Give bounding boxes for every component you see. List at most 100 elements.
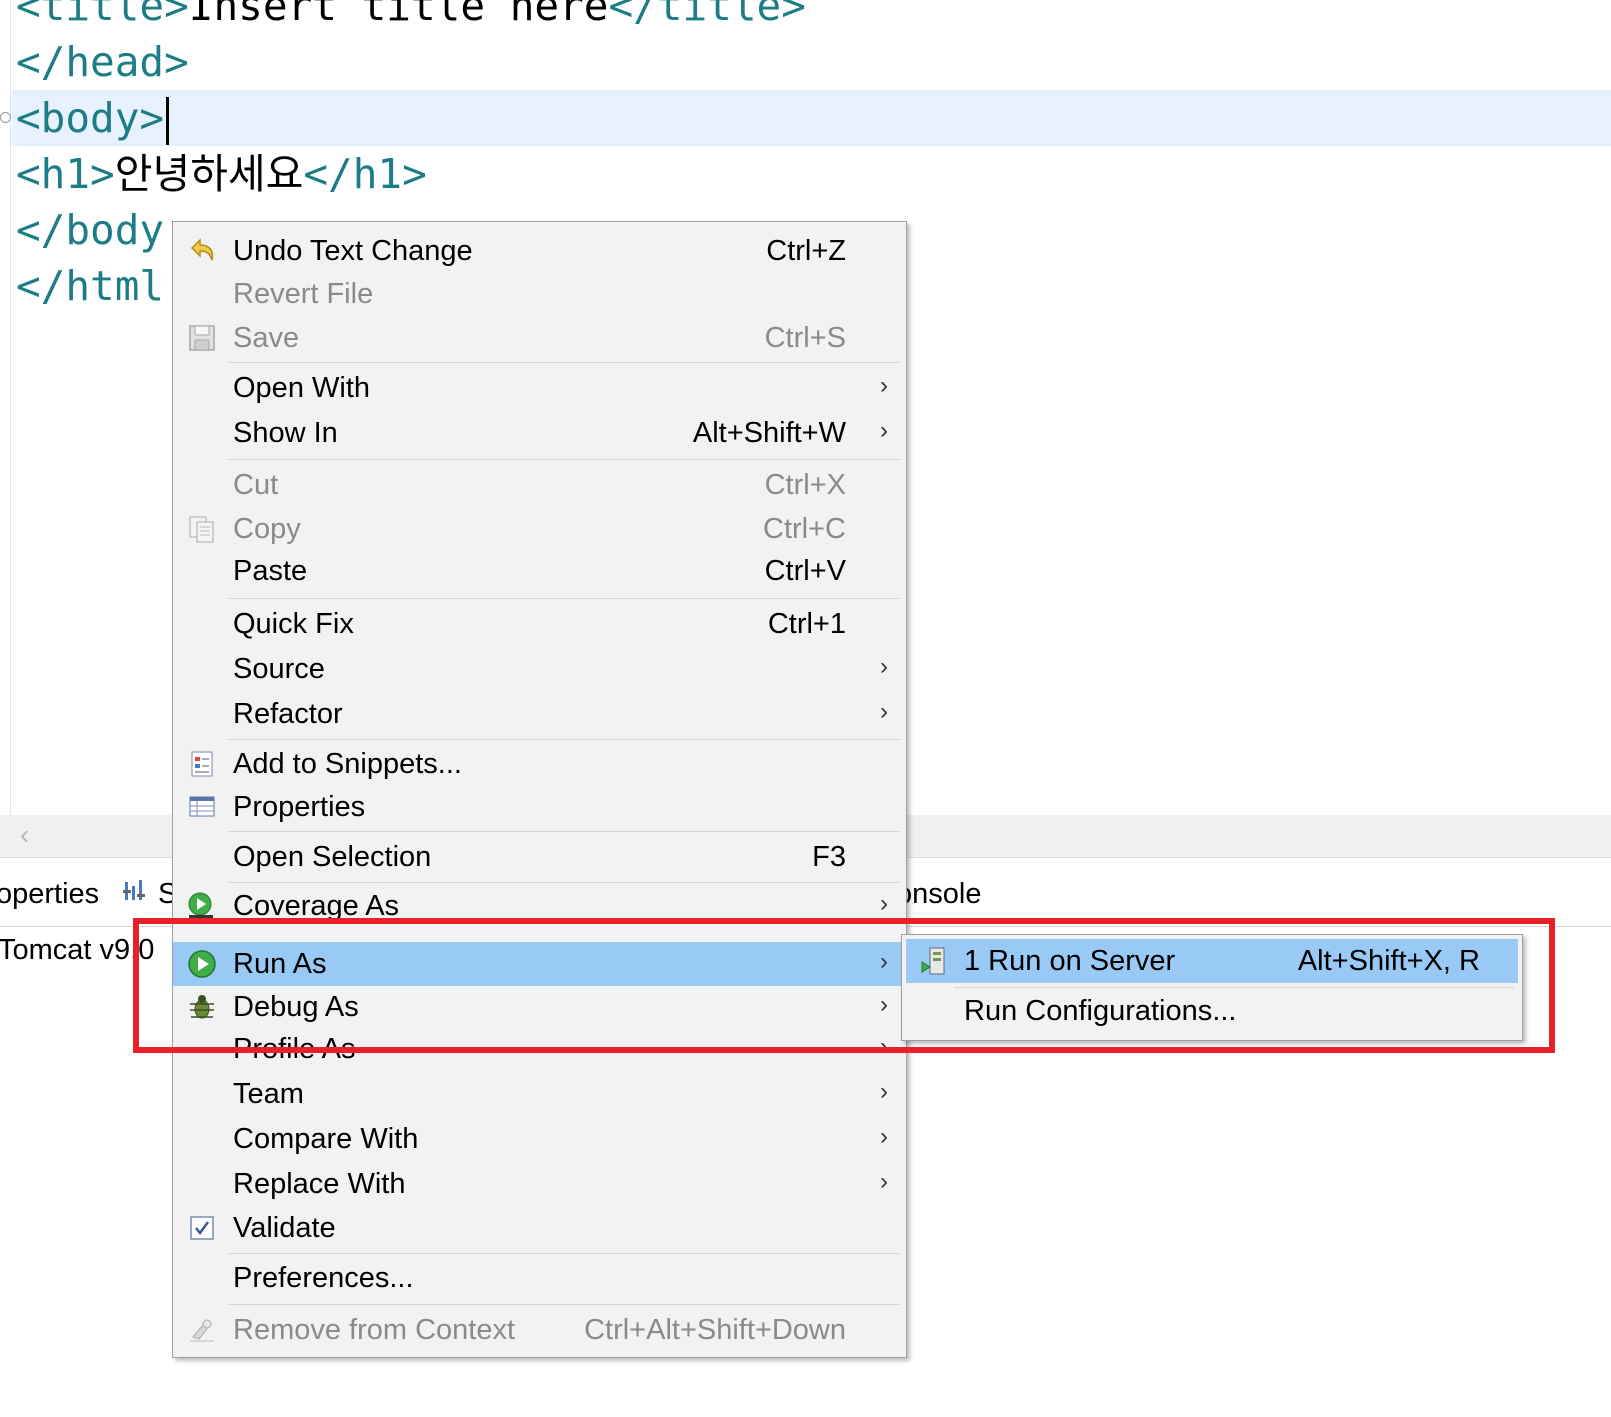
menu-label: Open Selection [233,841,432,873]
menu-label: Remove from Context [233,1314,516,1346]
submenu-label: 1 Run on Server [964,945,1176,977]
menu-separator [228,362,900,363]
code-tag-open: <h1> [16,150,115,198]
menu-item-add-to-snippets[interactable]: Add to Snippets... [173,742,906,786]
menu-item-properties[interactable]: Properties [173,785,906,829]
remove-context-icon [187,1315,217,1345]
tab-console[interactable]: onsole [896,878,981,911]
submenu-item-run-configurations[interactable]: Run Configurations... [902,989,1522,1033]
menu-label: Copy [233,513,301,545]
menu-item-replace-with[interactable]: Replace With › [173,1162,906,1206]
menu-label: Preferences... [233,1262,414,1294]
menu-item-source[interactable]: Source › [173,647,906,691]
code-tag-close: </title> [608,0,806,30]
menu-separator [228,1304,900,1305]
code-line-head-close: </head> [16,34,189,90]
menu-label: Properties [233,791,366,823]
submenu-arrow-icon: › [880,653,888,680]
menu-label: Source [233,653,325,685]
menu-item-cut[interactable]: Cut Ctrl+X [173,463,906,507]
submenu-arrow-icon: › [880,991,888,1018]
submenu-shortcut: Alt+Shift+X, R [1297,945,1480,977]
menu-shortcut: Ctrl+Z [766,235,846,267]
menu-separator [228,1253,900,1254]
submenu-arrow-icon: › [880,1123,888,1150]
submenu-arrow-icon: › [880,890,888,917]
menu-separator [228,831,900,832]
menu-item-coverage-as[interactable]: Coverage As › [173,884,906,928]
menu-item-debug-as[interactable]: Debug As › [173,985,906,1029]
menu-item-show-in[interactable]: Show In Alt+Shift+W › [173,411,906,455]
menu-item-preferences[interactable]: Preferences... [173,1256,906,1300]
copy-pages-icon [187,514,217,544]
submenu-item-run-on-server[interactable]: 1 Run on Server Alt+Shift+X, R [906,939,1518,983]
menu-shortcut: F3 [812,841,846,873]
menu-shortcut: Alt+Shift+W [692,417,846,449]
current-line-highlight [12,90,1611,146]
submenu-separator [954,987,1514,988]
menu-separator [228,739,900,740]
menu-item-refactor[interactable]: Refactor › [173,692,906,736]
menu-item-open-selection[interactable]: Open Selection F3 [173,835,906,879]
server-row[interactable]: Tomcat v9.0 [0,934,154,967]
menu-shortcut: Ctrl+X [764,469,846,501]
submenu-label: Run Configurations... [964,995,1237,1027]
menu-item-quick-fix[interactable]: Quick Fix Ctrl+1 [173,602,906,646]
submenu-arrow-icon: › [880,1078,888,1105]
menu-label: Compare With [233,1123,419,1155]
submenu-arrow-icon: › [880,1033,888,1060]
menu-separator [228,459,900,460]
menu-shortcut: Ctrl+C [763,513,846,545]
code-line-title: <title>Insert title here</title> [16,0,806,34]
code-tag: <body> [16,94,165,142]
menu-label: Refactor [233,698,343,730]
menu-label: Cut [233,469,279,501]
menu-label: Save [233,322,300,354]
floppy-disk-icon [187,323,217,353]
tab-properties[interactable]: operties [0,878,99,911]
menu-label: Quick Fix [233,608,354,640]
menu-item-paste[interactable]: Paste Ctrl+V [173,549,906,593]
menu-item-copy[interactable]: Copy Ctrl+C [173,507,906,551]
text-caret [166,97,170,145]
run-green-play-icon [187,949,217,979]
code-line-body-open: <body> [16,90,170,146]
menu-label: Coverage As [233,890,400,922]
submenu-arrow-icon: › [880,417,888,444]
menu-item-undo[interactable]: Undo Text Change Ctrl+Z [173,229,906,273]
menu-label: Open With [233,372,370,404]
submenu-arrow-icon: › [880,948,888,975]
code-line-html-close: </html [16,258,164,314]
code-tag: </body [16,206,165,254]
code-line-h1: <h1>안녕하세요</h1> [16,146,427,202]
code-text: 안녕하세요 [114,150,304,198]
code-tag-open: <title> [16,0,189,30]
menu-item-revert-file[interactable]: Revert File [173,272,906,316]
menu-label: Profile As [233,1033,356,1065]
menu-shortcut: Ctrl+Alt+Shift+Down [584,1314,846,1346]
menu-item-run-as[interactable]: Run As › [173,942,906,986]
code-tag: </html [16,262,165,310]
menu-item-remove-from-context[interactable]: Remove from Context Ctrl+Alt+Shift+Down [173,1308,906,1352]
menu-shortcut: Ctrl+S [764,322,846,354]
snippet-icon [187,749,217,779]
menu-item-open-with[interactable]: Open With › [173,366,906,410]
menu-item-profile-as[interactable]: Profile As › [173,1027,906,1071]
run-as-submenu: 1 Run on Server Alt+Shift+X, R Run Confi… [901,934,1523,1041]
fold-toggle-icon[interactable] [0,112,11,123]
scroll-left-icon[interactable]: ‹ [20,819,29,851]
coverage-run-icon [187,891,217,921]
menu-label: Show In [233,417,338,449]
menu-label: Run As [233,948,327,980]
properties-table-icon [187,792,217,822]
menu-separator [228,598,900,599]
menu-label: Paste [233,555,308,587]
menu-item-validate[interactable]: Validate [173,1206,906,1250]
menu-label: Replace With [233,1168,406,1200]
menu-item-save[interactable]: Save Ctrl+S [173,316,906,360]
menu-separator [228,882,900,883]
menu-label: Undo Text Change [233,235,473,267]
menu-shortcut: Ctrl+V [764,555,846,587]
menu-item-team[interactable]: Team › [173,1072,906,1116]
menu-item-compare-with[interactable]: Compare With › [173,1117,906,1161]
